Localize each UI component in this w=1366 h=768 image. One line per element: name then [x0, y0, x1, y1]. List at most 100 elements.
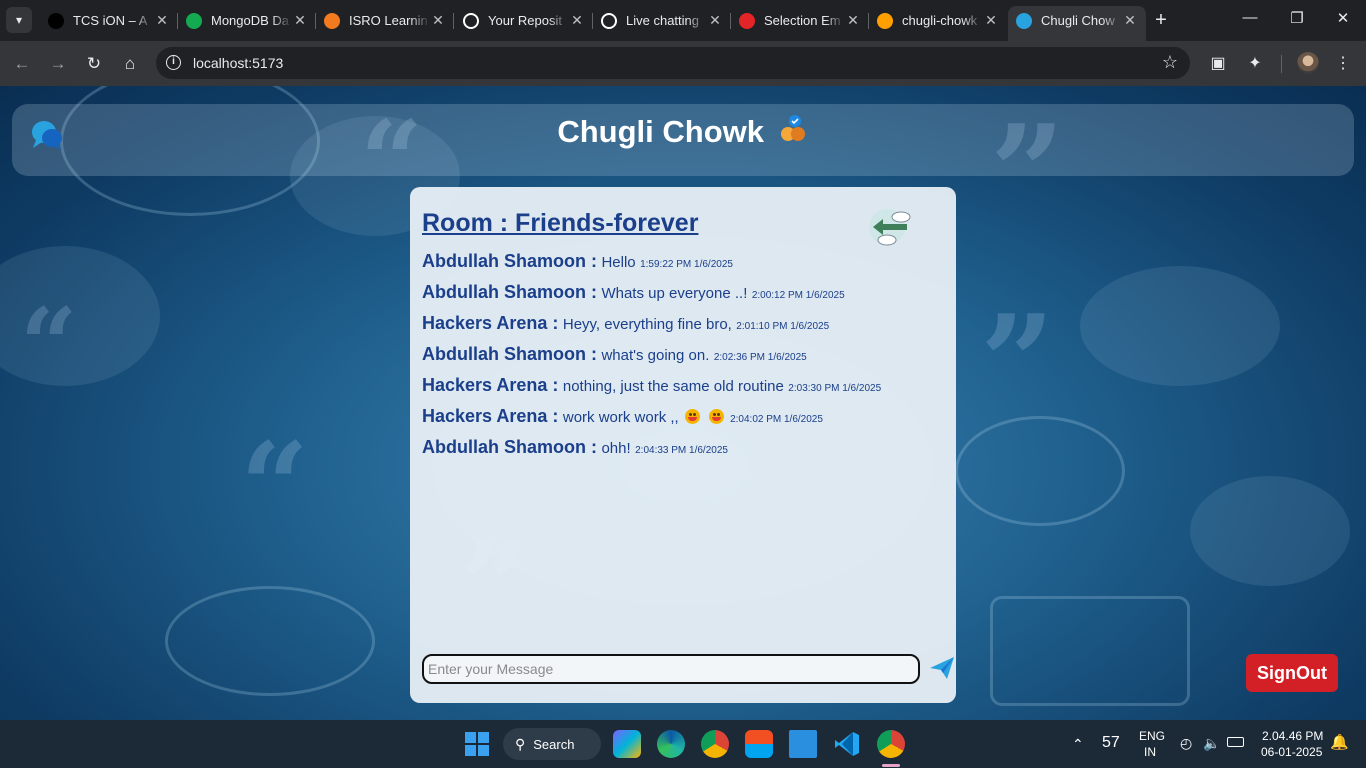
tab-title: Selection Em	[764, 13, 841, 28]
close-tab-icon[interactable]: ✕	[569, 12, 585, 29]
tray-overflow-icon[interactable]: ⌃	[1072, 736, 1084, 753]
clock-date[interactable]: 06-01-2025	[1261, 745, 1322, 759]
signout-button[interactable]: SignOut	[1246, 654, 1338, 692]
browser-tab[interactable]: Selection Em ✕	[731, 6, 869, 35]
message-text: Heyy, everything fine bro,	[562, 316, 732, 333]
message-sender: Hackers Arena :	[422, 406, 559, 426]
firebase-icon	[877, 12, 893, 29]
tab-title: MongoDB Da	[211, 13, 290, 28]
close-tab-icon[interactable]: ✕	[707, 12, 723, 29]
back-icon[interactable]: ←	[10, 52, 34, 76]
forward-icon[interactable]: →	[46, 52, 70, 76]
close-tab-icon[interactable]: ✕	[1122, 12, 1138, 29]
copilot-icon[interactable]	[613, 730, 641, 758]
url-text[interactable]: localhost:5173	[193, 55, 283, 71]
edge-icon[interactable]	[657, 730, 685, 758]
browser-tab[interactable]: Chugli Chow ✕	[1008, 6, 1146, 41]
close-tab-icon[interactable]: ✕	[154, 12, 170, 29]
site-info-icon[interactable]: i	[166, 55, 181, 70]
app-page: “ ” “ ” ” “ Chugli Chowk Room : Friends-…	[0, 86, 1366, 720]
windows-start-icon[interactable]	[463, 730, 491, 758]
minimize-icon[interactable]: —	[1235, 9, 1265, 26]
back-arrow-icon[interactable]	[865, 207, 915, 249]
volume-icon[interactable]: 🔈	[1203, 735, 1220, 752]
chat-bubbles-icon	[1016, 12, 1032, 29]
bg-speech-bubble-decor	[1190, 476, 1350, 586]
zoho-icon	[739, 12, 755, 29]
extensions-icon[interactable]: ✦	[1244, 53, 1266, 73]
message-text: Whats up everyone ..!	[601, 285, 748, 302]
github-icon	[463, 12, 479, 29]
close-window-icon[interactable]: ✕	[1328, 9, 1358, 27]
menu-kebab-icon[interactable]: ⋮	[1332, 53, 1354, 73]
temperature-text[interactable]: 57	[1102, 734, 1120, 752]
tab-search-icon[interactable]: ▾	[6, 7, 32, 33]
mongodb-icon	[186, 12, 202, 29]
toolbar-divider	[1281, 55, 1282, 73]
tab-title: Your Reposit	[488, 13, 562, 28]
reload-icon[interactable]: ↻	[82, 52, 106, 76]
chat-message: Hackers Arena : nothing, just the same o…	[422, 375, 942, 406]
clock-time[interactable]: 2.04.46 PM	[1262, 729, 1323, 743]
new-tab-icon[interactable]: +	[1150, 9, 1172, 31]
bg-speech-bubble-decor	[990, 596, 1190, 706]
message-timestamp: 2:04:33 PM 1/6/2025	[635, 445, 728, 456]
wifi-icon[interactable]: ◴	[1180, 735, 1192, 752]
bg-speech-bubble-decor	[1080, 266, 1280, 386]
home-icon[interactable]: ⌂	[118, 52, 142, 76]
isro-icon	[324, 12, 340, 29]
search-icon: ⚲	[515, 735, 526, 752]
tab-title: TCS iON – A	[73, 13, 148, 28]
app-title-text: Chugli Chowk	[557, 114, 765, 149]
language-line2[interactable]: IN	[1144, 745, 1156, 759]
message-timestamp: 2:04:02 PM 1/6/2025	[730, 414, 823, 425]
address-bar[interactable]: i localhost:5173 ☆	[156, 47, 1190, 79]
notification-bell-icon[interactable]: 🔔	[1330, 733, 1349, 751]
close-tab-icon[interactable]: ✕	[845, 12, 861, 29]
bg-speech-bubble-decor	[165, 586, 375, 696]
send-icon[interactable]	[928, 654, 956, 682]
bg-quote-decor: “	[240, 416, 310, 557]
chat-message: Abdullah Shamoon : Hello 1:59:22 PM 1/6/…	[422, 251, 942, 282]
close-tab-icon[interactable]: ✕	[430, 12, 446, 29]
message-list: Abdullah Shamoon : Hello 1:59:22 PM 1/6/…	[422, 251, 942, 468]
message-sender: Abdullah Shamoon :	[422, 282, 597, 302]
message-text: nothing, just the same old routine	[562, 378, 784, 395]
camera-icon[interactable]: ▣	[1207, 53, 1229, 73]
message-text: work work work ,,	[562, 409, 679, 426]
browser-toolbar: ← → ↻ ⌂ i localhost:5173 ☆ ▣ ✦ ⋮	[0, 41, 1366, 86]
browser-tab[interactable]: MongoDB Da ✕	[178, 6, 316, 35]
app-title: Chugli Chowk	[12, 114, 1354, 150]
browser-tab[interactable]: ISRO Learnin ✕	[316, 6, 454, 35]
chrome-icon[interactable]	[701, 730, 729, 758]
browser-tab[interactable]: Live chatting ✕	[593, 6, 731, 35]
bookmark-star-icon[interactable]: ☆	[1162, 52, 1178, 73]
taskbar-search[interactable]: ⚲ Search	[503, 728, 601, 760]
people-hugging-icon	[780, 115, 805, 141]
profile-avatar[interactable]	[1297, 52, 1319, 74]
tab-title: chugli-chowk	[902, 13, 978, 28]
chrome-profile-icon[interactable]	[877, 730, 905, 758]
close-tab-icon[interactable]: ✕	[292, 12, 308, 29]
grinning-emoji-icon	[708, 409, 724, 424]
active-app-indicator	[882, 764, 900, 767]
tab-title: Live chatting	[626, 13, 699, 28]
vscode-icon[interactable]	[833, 730, 861, 758]
grinning-emoji-icon	[685, 409, 701, 424]
store-icon[interactable]	[745, 730, 773, 758]
battery-icon[interactable]	[1227, 737, 1244, 747]
message-input[interactable]	[422, 654, 920, 684]
close-tab-icon[interactable]: ✕	[983, 12, 999, 29]
browser-tab[interactable]: TCS iON – A ✕	[40, 6, 178, 35]
tcs-icon	[48, 12, 64, 29]
message-text: what's going on.	[601, 347, 710, 364]
message-sender: Hackers Arena :	[422, 375, 559, 395]
chat-panel: Room : Friends-forever Abdullah Shamoon …	[410, 187, 956, 703]
message-timestamp: 2:00:12 PM 1/6/2025	[751, 290, 845, 301]
remote-desktop-icon[interactable]	[789, 730, 817, 758]
restore-icon[interactable]: ❐	[1282, 9, 1312, 27]
language-line1[interactable]: ENG	[1139, 729, 1165, 743]
browser-tab[interactable]: Your Reposit ✕	[455, 6, 593, 35]
browser-tab[interactable]: chugli-chowk ✕	[869, 6, 1007, 35]
chat-message: Abdullah Shamoon : what's going on. 2:02…	[422, 344, 942, 375]
